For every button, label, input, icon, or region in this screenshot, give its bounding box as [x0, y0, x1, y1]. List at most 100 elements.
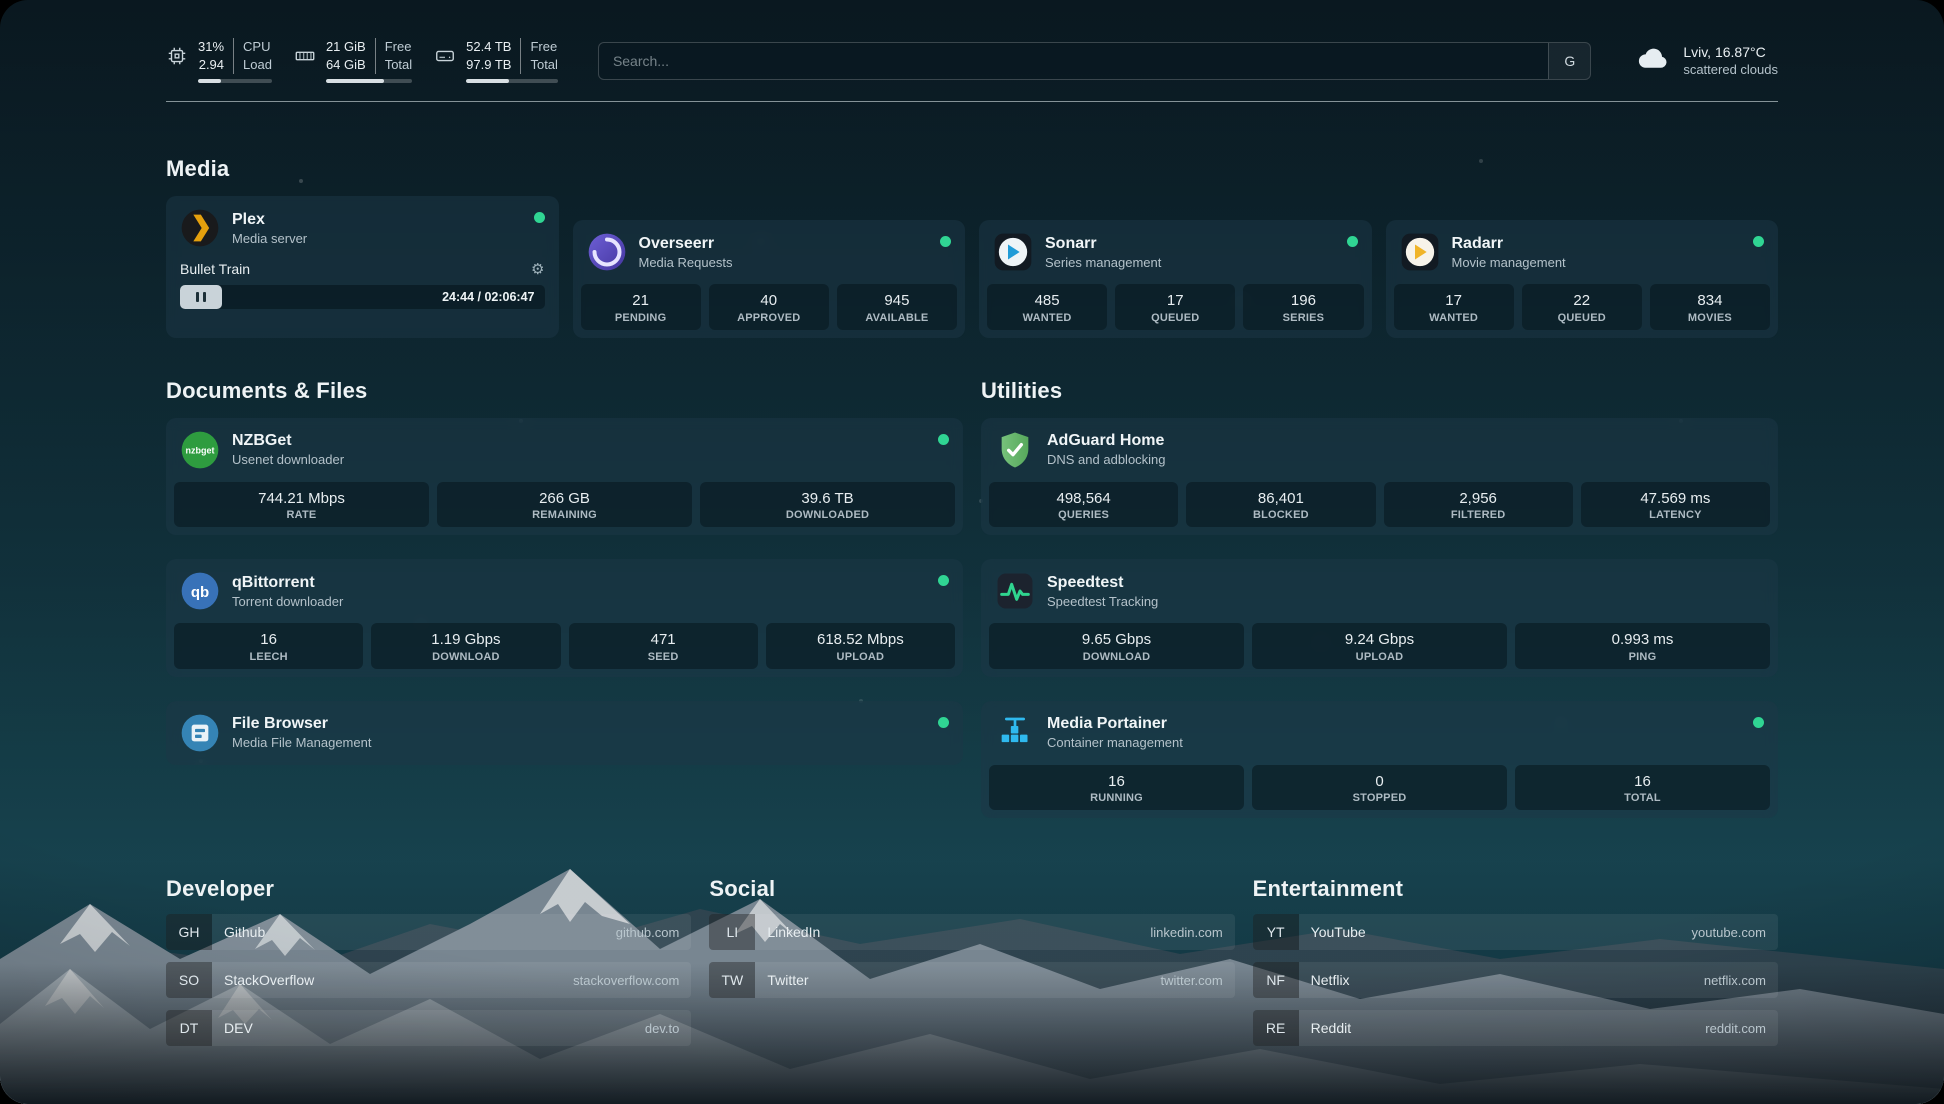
resource-widgets: 31% 2.94 CPU Load [166, 38, 558, 83]
service-name: AdGuard Home [1047, 432, 1166, 450]
service-card-radarr[interactable]: Radarr Movie management 17WANTED 22QUEUE… [1386, 220, 1779, 338]
service-name: Media Portainer [1047, 715, 1183, 733]
filebrowser-icon [180, 713, 220, 753]
dashboard-page: 31% 2.94 CPU Load [0, 0, 1944, 1104]
nzbget-icon: nzbget [180, 430, 220, 470]
radarr-icon [1400, 232, 1440, 272]
stat-box: 945AVAILABLE [837, 284, 957, 330]
stat-box: 47.569 msLATENCY [1581, 482, 1770, 528]
status-dot [534, 212, 545, 223]
bookmark-domain: linkedin.com [1138, 914, 1234, 950]
status-dot [1753, 717, 1764, 728]
service-card-portainer[interactable]: Media Portainer Container management 16R… [981, 701, 1778, 819]
service-desc: Torrent downloader [232, 594, 343, 609]
adguard-shield-icon [995, 430, 1035, 470]
overseerr-icon [587, 232, 627, 272]
bookmark-name: StackOverflow [212, 962, 326, 998]
search-provider-button[interactable]: G [1548, 43, 1590, 79]
stat-box: 17QUEUED [1115, 284, 1235, 330]
stat-box: 0STOPPED [1252, 765, 1507, 811]
service-desc: Movie management [1452, 255, 1566, 270]
bookmark-row-youtube[interactable]: YT YouTube youtube.com [1253, 914, 1778, 950]
stat-box: 9.65 GbpsDOWNLOAD [989, 623, 1244, 669]
service-card-overseerr[interactable]: Overseerr Media Requests 21PENDING 40APP… [573, 220, 966, 338]
service-desc: Media server [232, 231, 307, 246]
disk-total-value: 97.9 TB [466, 56, 511, 74]
cpu-usage-bar [198, 79, 272, 83]
documents-column: Documents & Files nzbget NZBGet Usenet d… [166, 338, 963, 765]
status-dot [1753, 236, 1764, 247]
section-title-developer: Developer [166, 876, 691, 902]
bookmark-domain: netflix.com [1692, 962, 1778, 998]
stat-box: 471SEED [569, 623, 758, 669]
bookmark-row-netflix[interactable]: NF Netflix netflix.com [1253, 962, 1778, 998]
stat-box: 16TOTAL [1515, 765, 1770, 811]
bookmark-name: YouTube [1299, 914, 1378, 950]
service-desc: Series management [1045, 255, 1161, 270]
bookmark-domain: github.com [604, 914, 692, 950]
section-title-social: Social [709, 876, 1234, 902]
status-dot [938, 717, 949, 728]
cpu-chip-icon [166, 45, 188, 67]
service-card-sonarr[interactable]: Sonarr Series management 485WANTED 17QUE… [979, 220, 1372, 338]
search-bar: G [598, 42, 1591, 80]
bookmark-abbr: LI [709, 914, 755, 950]
bookmark-name: Reddit [1299, 1010, 1363, 1046]
service-name: Plex [232, 211, 307, 229]
bookmark-abbr: DT [166, 1010, 212, 1046]
ram-stick-icon [294, 45, 316, 67]
section-title-entertainment: Entertainment [1253, 876, 1778, 902]
bookmark-name: LinkedIn [755, 914, 832, 950]
service-card-adguard[interactable]: AdGuard Home DNS and adblocking 498,564Q… [981, 418, 1778, 536]
bookmark-row-linkedin[interactable]: LI LinkedIn linkedin.com [709, 914, 1234, 950]
topbar-divider [166, 101, 1778, 102]
stat-box: 16LEECH [174, 623, 363, 669]
memory-widget: 21 GiB 64 GiB Free Total [294, 38, 412, 83]
stat-box: 1.19 GbpsDOWNLOAD [371, 623, 560, 669]
svg-text:qb: qb [191, 584, 209, 601]
service-card-speedtest[interactable]: Speedtest Speedtest Tracking 9.65 GbpsDO… [981, 559, 1778, 677]
weather-location: Lviv, 16.87°C [1683, 44, 1778, 60]
bookmark-abbr: YT [1253, 914, 1299, 950]
bookmark-row-github[interactable]: GH Github github.com [166, 914, 691, 950]
memory-usage-bar [326, 79, 412, 83]
playback-progress-bar[interactable]: 24:44 / 02:06:47 [180, 285, 545, 309]
service-name: NZBGet [232, 432, 344, 450]
bookmark-row-reddit[interactable]: RE Reddit reddit.com [1253, 1010, 1778, 1046]
bookmark-row-twitter[interactable]: TW Twitter twitter.com [709, 962, 1234, 998]
pause-button[interactable] [180, 285, 222, 309]
service-desc: Container management [1047, 735, 1183, 750]
service-desc: Media Requests [639, 255, 733, 270]
memory-free-value: 21 GiB [326, 38, 366, 56]
stat-box: 196SERIES [1243, 284, 1363, 330]
settings-gear-icon[interactable]: ⚙ [531, 260, 544, 278]
section-title-utilities: Utilities [981, 378, 1778, 404]
stat-box: 618.52 MbpsUPLOAD [766, 623, 955, 669]
service-name: Radarr [1452, 235, 1566, 253]
plex-icon [180, 208, 220, 248]
bookmark-row-dev[interactable]: DT DEV dev.to [166, 1010, 691, 1046]
bookmark-abbr: SO [166, 962, 212, 998]
cpu-usage-value: 31% [198, 38, 224, 56]
media-section: Media Plex Media server [166, 156, 1778, 338]
section-title-documents: Documents & Files [166, 378, 963, 404]
now-playing-title: Bullet Train [180, 261, 250, 277]
status-dot [938, 575, 949, 586]
service-card-filebrowser[interactable]: File Browser Media File Management [166, 701, 963, 765]
stat-box: 744.21 MbpsRATE [174, 482, 429, 528]
cpu-widget: 31% 2.94 CPU Load [166, 38, 272, 83]
service-card-qbittorrent[interactable]: qb qBittorrent Torrent downloader 16LEEC… [166, 559, 963, 677]
stat-box: 834MOVIES [1650, 284, 1770, 330]
search-input[interactable] [599, 43, 1548, 79]
service-card-plex[interactable]: Plex Media server Bullet Train ⚙ 24:44 /… [166, 196, 559, 338]
stat-box: 485WANTED [987, 284, 1107, 330]
bookmark-row-stackoverflow[interactable]: SO StackOverflow stackoverflow.com [166, 962, 691, 998]
bookmark-name: Netflix [1299, 962, 1362, 998]
bookmark-name: Github [212, 914, 277, 950]
bookmark-domain: reddit.com [1693, 1010, 1778, 1046]
cpu-values: 31% 2.94 [198, 38, 234, 74]
speedtest-icon [995, 571, 1035, 611]
bookmark-domain: youtube.com [1680, 914, 1778, 950]
service-card-nzbget[interactable]: nzbget NZBGet Usenet downloader 744.21 M… [166, 418, 963, 536]
disk-labels: Free Total [521, 38, 557, 74]
